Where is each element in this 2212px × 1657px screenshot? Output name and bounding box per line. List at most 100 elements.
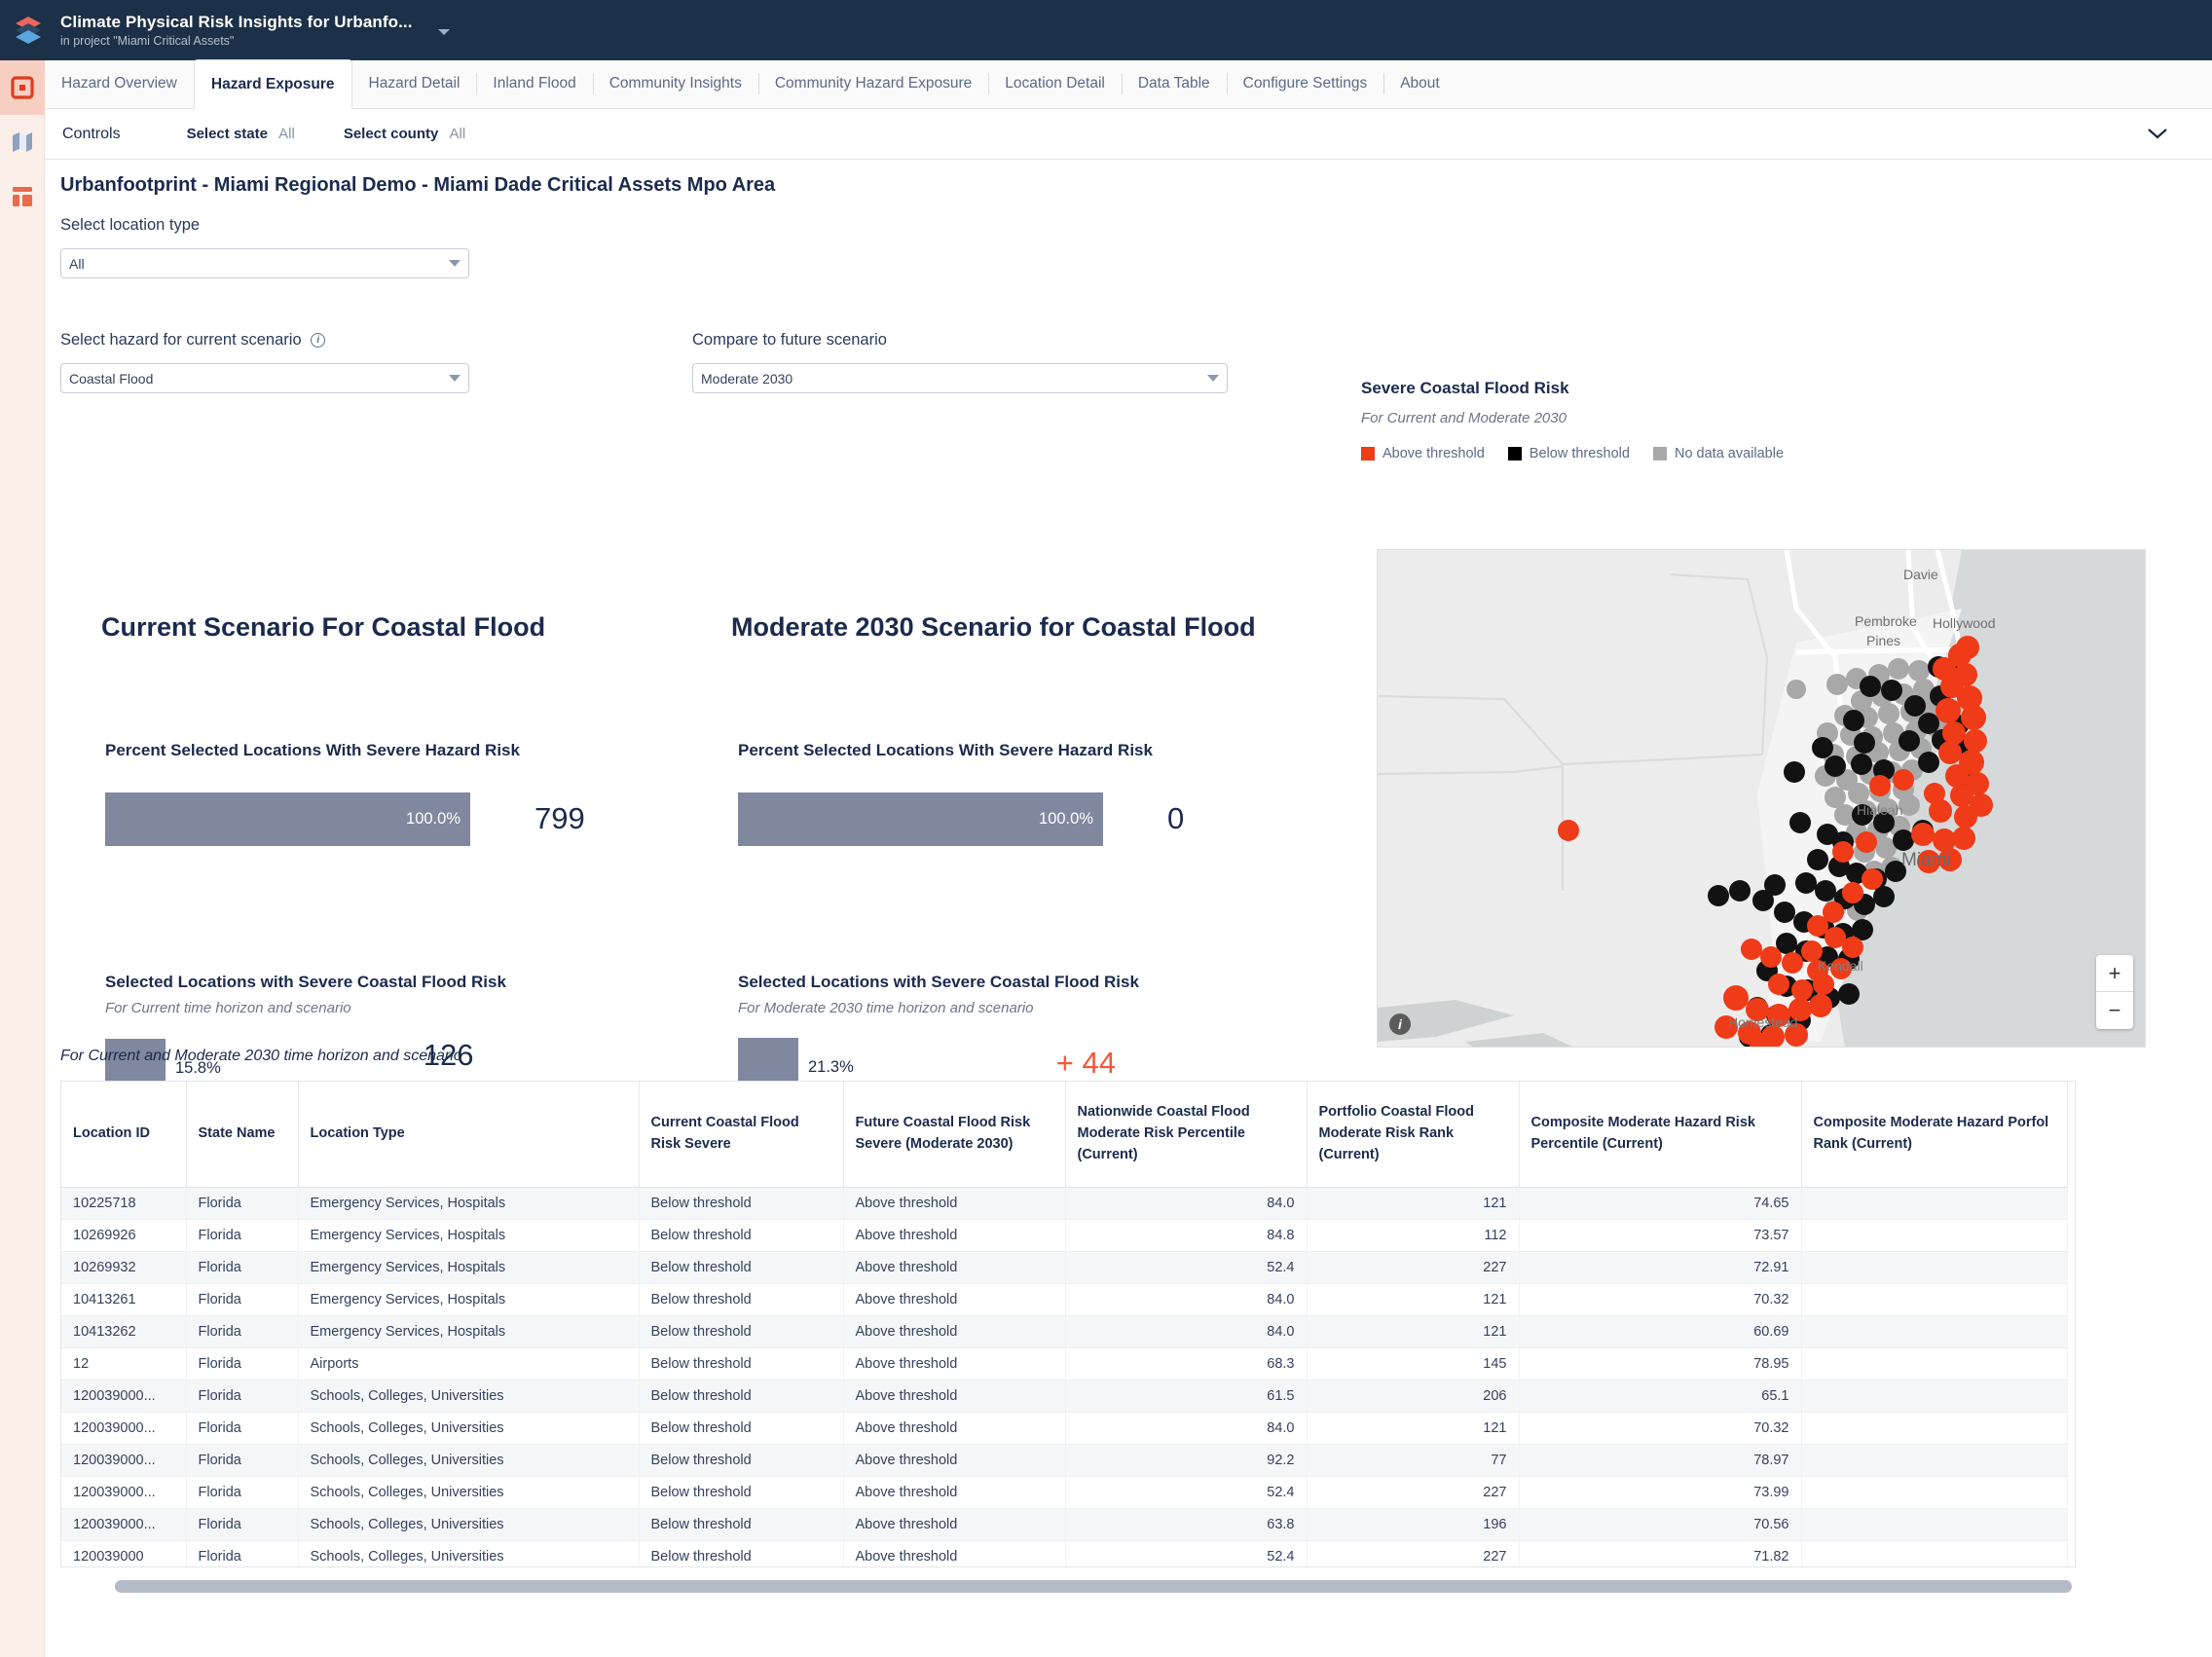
- table-cell: Below threshold: [639, 1412, 844, 1445]
- info-circle-icon[interactable]: i: [311, 333, 326, 348]
- app-header: Climate Physical Risk Insights for Urban…: [0, 0, 2212, 60]
- table-cell: Schools, Colleges, Universities: [298, 1540, 640, 1566]
- tab-hazard-exposure[interactable]: Hazard Exposure: [193, 59, 352, 109]
- svg-text:Hollywood: Hollywood: [1933, 615, 1996, 631]
- hazard-current-value: Coastal Flood: [69, 370, 154, 387]
- table-cell: 52.4: [1065, 1476, 1308, 1509]
- svg-text:Hialeah: Hialeah: [1857, 802, 1902, 818]
- map-zoom-controls[interactable]: + −: [2096, 955, 2133, 1029]
- table-cell: Above threshold: [843, 1219, 1066, 1252]
- col-portfolio-coastal-flood-rank[interactable]: Portfolio Coastal Flood Moderate Risk Ra…: [1307, 1082, 1520, 1188]
- col-current-coastal-flood-risk-severe[interactable]: Current Coastal Flood Risk Severe: [639, 1082, 844, 1188]
- rail-item-dashboard[interactable]: [0, 169, 45, 224]
- table-cell: 84.0: [1065, 1412, 1308, 1445]
- table-cell: [1801, 1251, 2068, 1284]
- table-cell: 121: [1307, 1187, 1520, 1220]
- table-cell: 68.3: [1065, 1347, 1308, 1381]
- square-target-icon: [11, 76, 34, 99]
- current-scenario-heading: Current Scenario For Coastal Flood: [101, 612, 546, 642]
- table-row[interactable]: 120039000... Florida Schools, Colleges, Un…: [61, 1412, 2068, 1445]
- table-cell: 120039000...: [61, 1444, 187, 1477]
- col-nationwide-coastal-flood-percentile[interactable]: Nationwide Coastal Flood Moderate Risk P…: [1065, 1082, 1308, 1188]
- data-table: Location ID State Name Location Type Cur…: [61, 1082, 2068, 1566]
- table-cell: 227: [1307, 1251, 1520, 1284]
- table-cell: Above threshold: [843, 1540, 1066, 1566]
- col-location-type[interactable]: Location Type: [298, 1082, 640, 1188]
- table-row[interactable]: 10413261 Florida Emergency Services, Hospi…: [61, 1283, 2068, 1316]
- table-cell: Above threshold: [843, 1315, 1066, 1348]
- table-cell: Emergency Services, Hospitals: [298, 1315, 640, 1348]
- table-horizontal-scrollbar[interactable]: [115, 1580, 2072, 1593]
- table-row[interactable]: 120039000... Florida Schools, Colleges, Un…: [61, 1444, 2068, 1477]
- table-cell: 84.0: [1065, 1283, 1308, 1316]
- table-row[interactable]: 10269932 Florida Emergency Services, Hospi…: [61, 1251, 2068, 1284]
- table-row[interactable]: 120039000... Florida Schools, Colleges, Un…: [61, 1380, 2068, 1413]
- table-cell: 63.8: [1065, 1508, 1308, 1541]
- dashboard-layout-icon: [13, 187, 32, 206]
- app-logo: [4, 15, 53, 46]
- table-cell: Florida: [186, 1540, 299, 1566]
- table-cell: 77: [1307, 1444, 1520, 1477]
- map-zoom-in-button[interactable]: +: [2096, 955, 2133, 992]
- data-table-container[interactable]: Location ID State Name Location Type Cur…: [60, 1081, 2076, 1567]
- controls-bar: Controls Select state All Select county …: [45, 109, 2212, 160]
- table-cell: 206: [1307, 1380, 1520, 1413]
- map-zoom-out-button[interactable]: −: [2096, 992, 2133, 1029]
- app-title-dropdown[interactable]: [436, 24, 452, 42]
- table-cell: Florida: [186, 1476, 299, 1509]
- kpi-bar: 100.0%: [105, 792, 470, 846]
- table-cell: Florida: [186, 1187, 299, 1220]
- svg-text:Homestead: Homestead: [1728, 1014, 1798, 1030]
- future-scenario-select[interactable]: Moderate 2030: [692, 363, 1228, 393]
- tab-configure-settings[interactable]: Configure Settings: [1226, 59, 1384, 108]
- tab-about[interactable]: About: [1383, 59, 1456, 108]
- table-cell: 73.57: [1519, 1219, 1802, 1252]
- tab-community-insights[interactable]: Community Insights: [592, 59, 758, 108]
- table-cell: Emergency Services, Hospitals: [298, 1283, 640, 1316]
- location-type-select[interactable]: All: [60, 248, 469, 278]
- table-row[interactable]: 10225718 Florida Emergency Services, Hospi…: [61, 1187, 2068, 1220]
- table-row[interactable]: 10413262 Florida Emergency Services, Hospi…: [61, 1315, 2068, 1348]
- rail-item-map[interactable]: [0, 115, 45, 169]
- tab-community-hazard-exposure[interactable]: Community Hazard Exposure: [757, 59, 988, 108]
- table-row[interactable]: 120039000... Florida Schools, Colleges, Un…: [61, 1508, 2068, 1541]
- chevron-down-icon: [449, 375, 461, 382]
- tab-bar: Hazard Overview Hazard Exposure Hazard D…: [45, 59, 2212, 109]
- filter-select-county[interactable]: Select county All: [344, 126, 465, 142]
- kpi-title: Selected Locations with Severe Coastal F…: [738, 973, 1139, 991]
- table-cell: Florida: [186, 1251, 299, 1284]
- col-composite-moderate-hazard-percentile[interactable]: Composite Moderate Hazard Risk Percentil…: [1519, 1082, 1802, 1188]
- table-cell: Below threshold: [639, 1508, 844, 1541]
- location-type-filter: Select location type All: [60, 216, 469, 278]
- map-attribution-info-icon[interactable]: i: [1389, 1013, 1411, 1035]
- table-cell: 52.4: [1065, 1251, 1308, 1284]
- rail-item-report[interactable]: [0, 60, 45, 115]
- hazard-current-select[interactable]: Coastal Flood: [60, 363, 469, 393]
- chevron-down-icon: [2148, 129, 2167, 139]
- table-row[interactable]: 10269926 Florida Emergency Services, Hospi…: [61, 1219, 2068, 1252]
- tab-data-table[interactable]: Data Table: [1121, 59, 1227, 108]
- risk-map[interactable]: Davie Pembroke Pines Hollywood Hialeah M…: [1377, 549, 2146, 1048]
- table-cell: Below threshold: [639, 1283, 844, 1316]
- kpi-title: Percent Selected Locations With Severe H…: [738, 741, 1153, 759]
- tab-inland-flood[interactable]: Inland Flood: [476, 59, 592, 108]
- table-cell: Florida: [186, 1444, 299, 1477]
- table-cell: [1801, 1508, 2068, 1541]
- col-state-name[interactable]: State Name: [186, 1082, 299, 1188]
- tab-hazard-overview[interactable]: Hazard Overview: [45, 59, 194, 108]
- col-location-id[interactable]: Location ID: [61, 1082, 187, 1188]
- table-row[interactable]: 12 Florida Airports Below threshold Above th…: [61, 1347, 2068, 1381]
- tab-hazard-detail[interactable]: Hazard Detail: [352, 59, 477, 108]
- controls-collapse-button[interactable]: [2146, 127, 2169, 145]
- col-composite-moderate-hazard-rank[interactable]: Composite Moderate Hazard Porfol Rank (C…: [1801, 1082, 2068, 1188]
- table-row[interactable]: 120039000... Florida Schools, Colleges, Un…: [61, 1476, 2068, 1509]
- filter-select-state[interactable]: Select state All: [187, 126, 295, 142]
- table-cell: Below threshold: [639, 1444, 844, 1477]
- tab-location-detail[interactable]: Location Detail: [988, 59, 1122, 108]
- svg-text:Pembroke: Pembroke: [1855, 613, 1917, 629]
- table-row[interactable]: 120039000 Florida Schools, Colleges, Unive…: [61, 1540, 2068, 1566]
- col-future-coastal-flood-risk-severe[interactable]: Future Coastal Flood Risk Severe (Modera…: [843, 1082, 1066, 1188]
- table-cell: Above threshold: [843, 1187, 1066, 1220]
- kpi-bar-percent: 100.0%: [1039, 809, 1093, 828]
- hazard-current-label: Select hazard for current scenario i: [60, 331, 469, 350]
